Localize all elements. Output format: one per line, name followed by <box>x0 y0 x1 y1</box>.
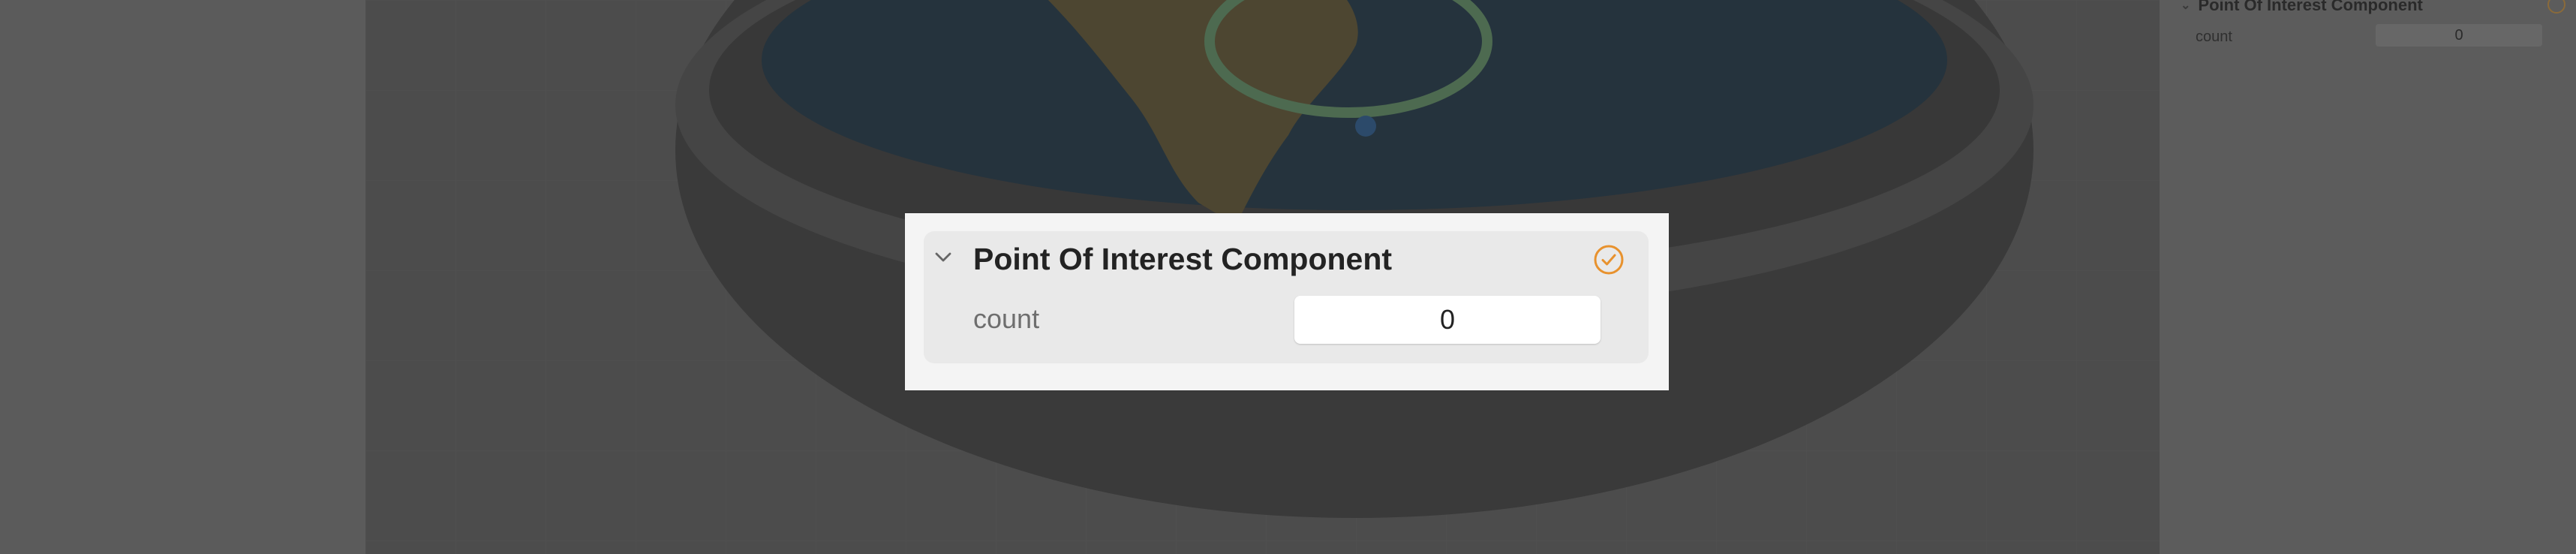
checkmark-circle-icon[interactable] <box>1593 244 1625 275</box>
chevron-down-icon[interactable]: ⌄ <box>2181 0 2190 13</box>
count-field[interactable]: 0 <box>1294 296 1601 344</box>
component-title: Point Of Interest Component <box>973 242 1393 276</box>
checkmark-circle-icon[interactable] <box>2547 0 2565 14</box>
component-section: Point Of Interest Component count 0 <box>924 231 1649 363</box>
inspector-count-field[interactable]: 0 <box>2376 24 2542 47</box>
inspector-count-label: count <box>2196 29 2232 45</box>
inspector-component-title: Point Of Interest Component <box>2198 0 2423 14</box>
component-highlight-panel: Point Of Interest Component count 0 <box>905 213 1669 390</box>
inspector-component-header[interactable]: ⌄ Point Of Interest Component <box>2181 0 2423 15</box>
count-label: count <box>973 303 1040 334</box>
chevron-down-icon[interactable] <box>933 248 953 267</box>
inspector-panel: ⌄ Point Of Interest Component count 0 <box>2160 0 2576 554</box>
left-sidebar <box>0 0 365 554</box>
